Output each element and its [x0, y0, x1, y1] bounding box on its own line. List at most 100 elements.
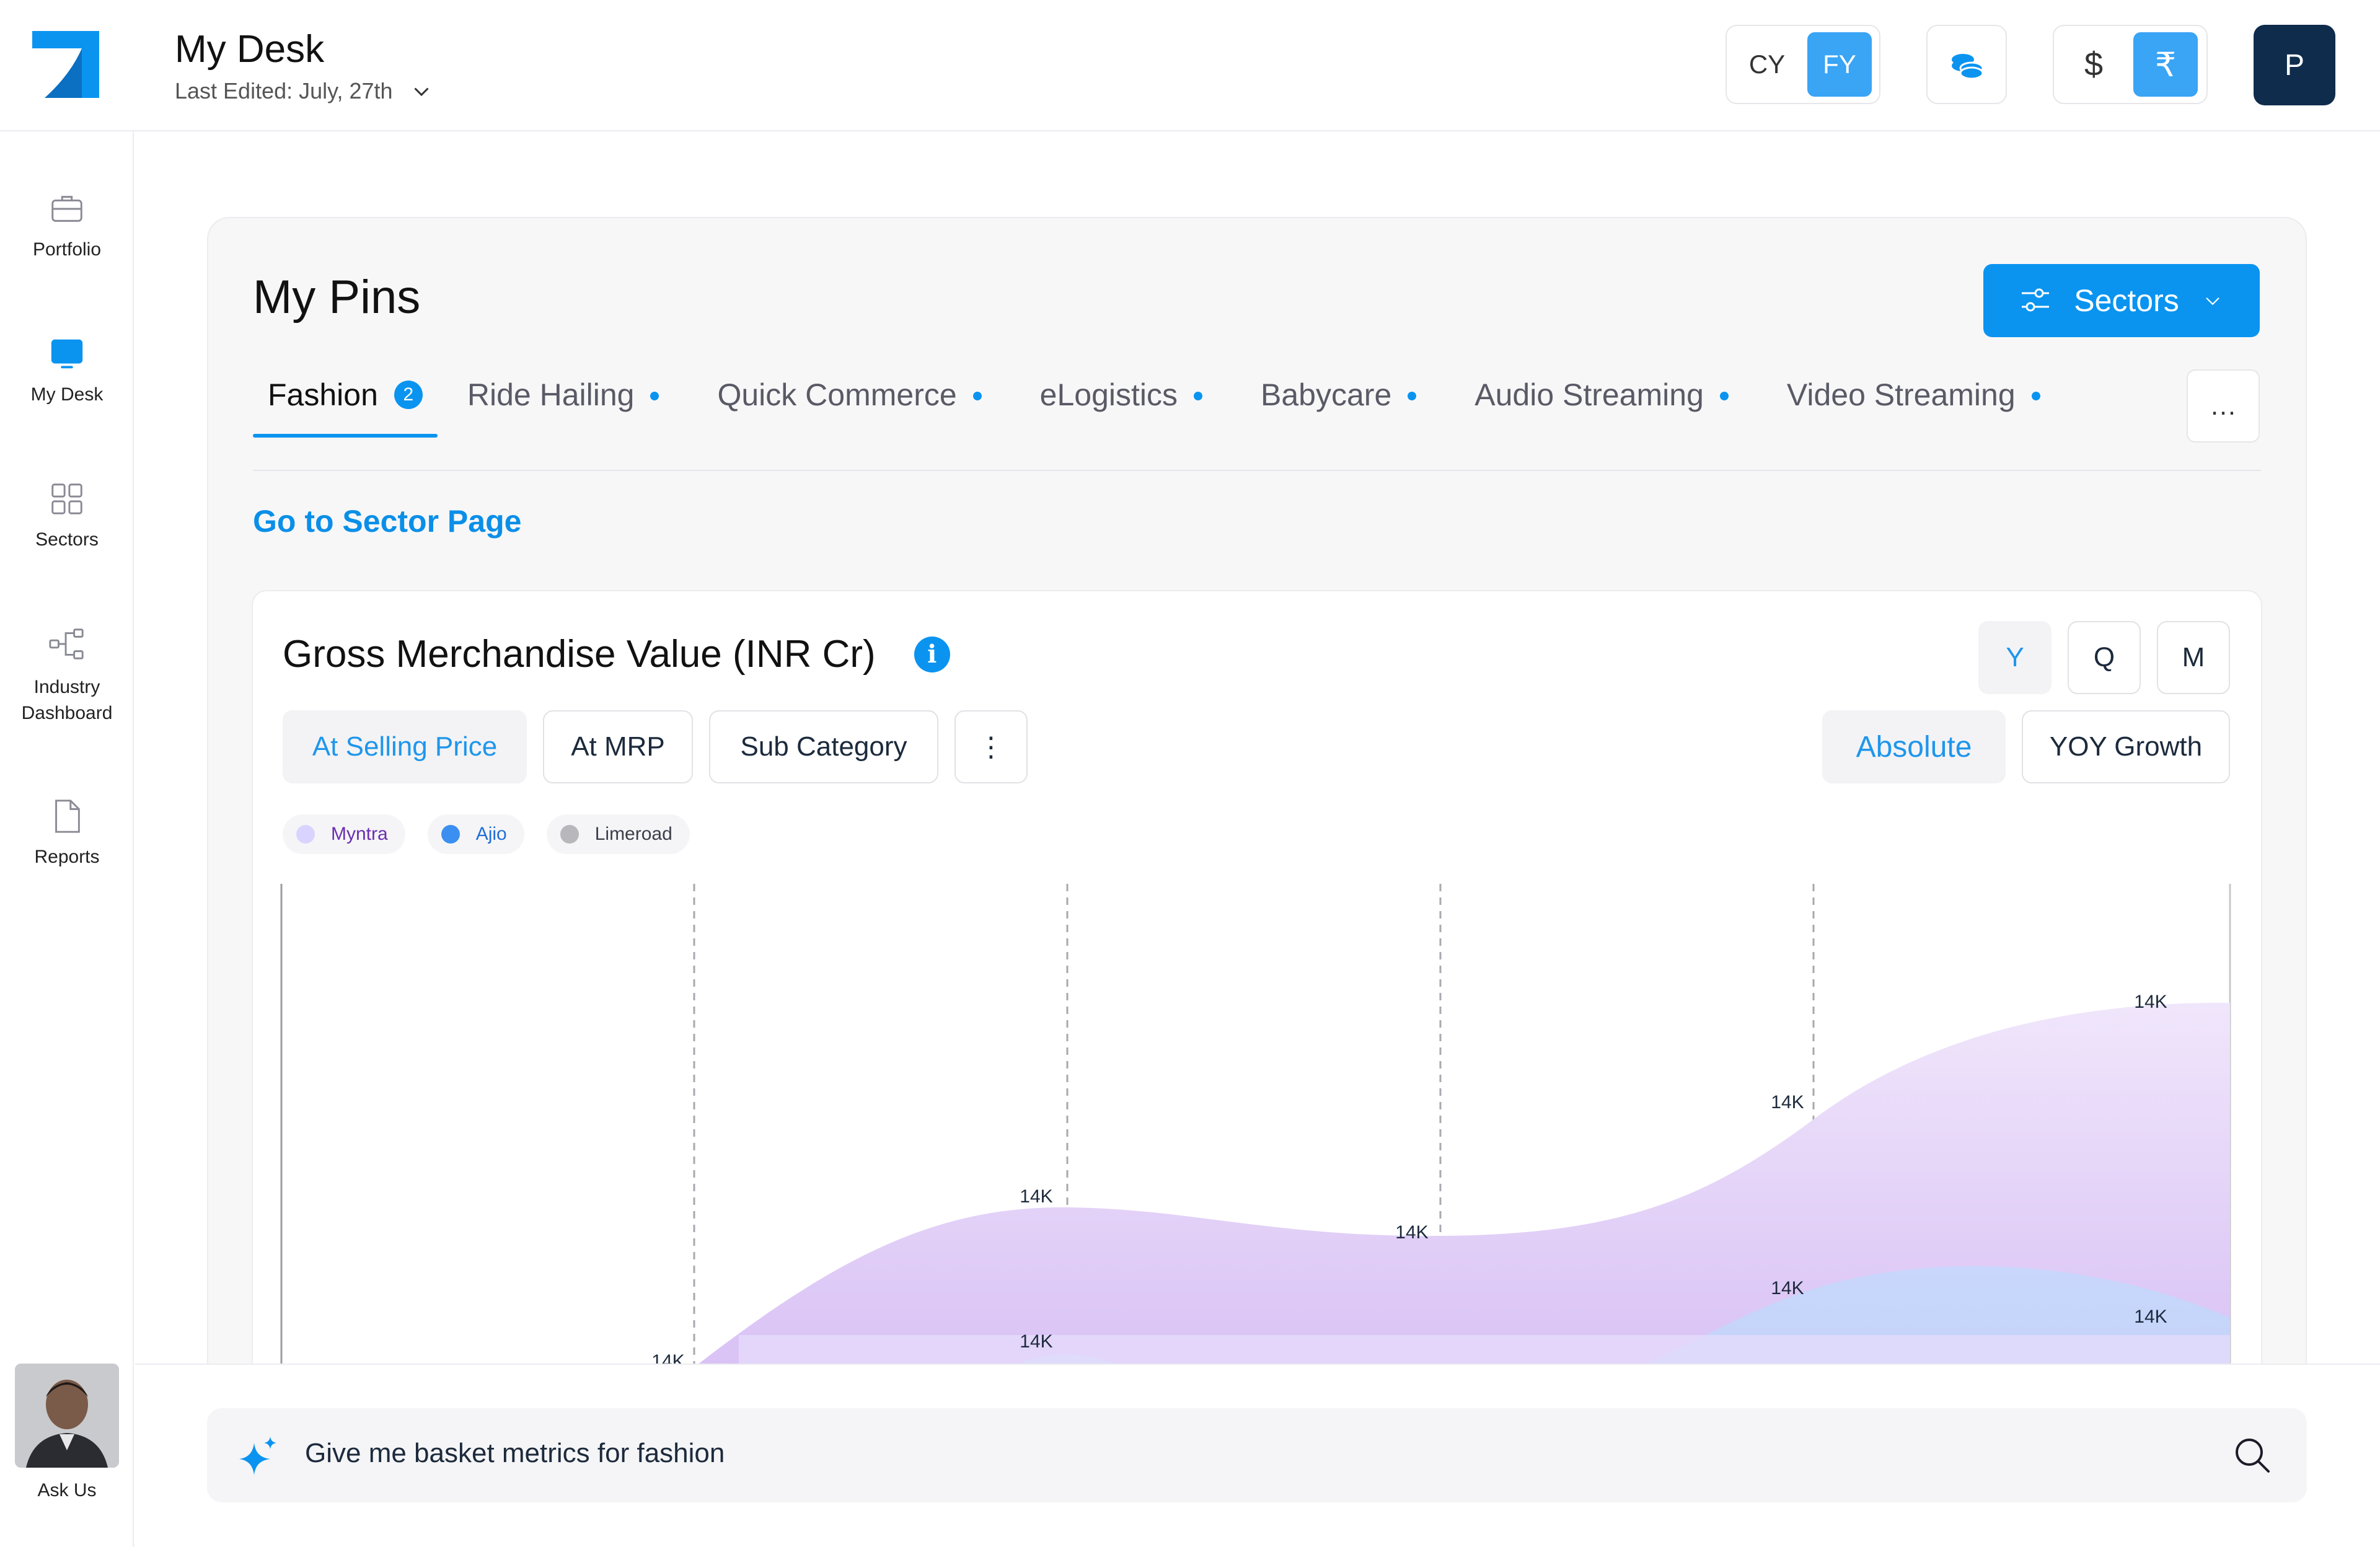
absolute-button[interactable]: Absolute [1822, 710, 2006, 783]
data-label: 14K [1395, 1222, 1428, 1243]
data-label: 14K [2134, 1307, 2167, 1327]
data-label: 14K [2134, 992, 2167, 1012]
sectors-button[interactable]: Sectors [1983, 264, 2260, 337]
gmv-title-text: Gross Merchandise Value (INR Cr) [283, 633, 876, 676]
chevron-down-icon [2205, 297, 2219, 306]
sidebar-item-my-desk[interactable]: My Desk [0, 335, 134, 405]
coins-button[interactable] [1926, 25, 2007, 104]
app-logo-icon[interactable] [32, 31, 99, 98]
more-tabs-button[interactable]: … [2187, 369, 2260, 443]
my-pins-title: My Pins [253, 271, 421, 324]
data-label: 14K [1771, 1278, 1804, 1298]
chevron-down-icon [413, 87, 429, 97]
ask-us-label: Ask Us [37, 1480, 97, 1501]
coins-icon [1952, 54, 1984, 80]
sector-tabs: Fashion 2 Ride Hailing Quick Commerce eL… [253, 369, 2055, 438]
tab-dot [1408, 392, 1417, 400]
tab-fashion[interactable]: Fashion 2 [253, 369, 438, 438]
legend-label: Myntra [331, 824, 388, 844]
document-icon [55, 800, 80, 833]
ask-us[interactable]: Ask Us [15, 1364, 119, 1501]
sidebar: Portfolio My Desk Sectors Industry Dashb… [0, 131, 134, 1547]
fy-toggle[interactable]: FY [1807, 32, 1872, 97]
info-icon[interactable]: i [914, 636, 950, 672]
sub-category-button[interactable]: Sub Category [709, 710, 938, 783]
sidebar-item-label: Reports [34, 847, 100, 867]
search-icon[interactable] [2232, 1435, 2272, 1475]
tab-label: Audio Streaming [1474, 377, 1704, 412]
query-bar[interactable]: Give me basket metrics for fashion [207, 1408, 2307, 1502]
tabs-divider [253, 470, 2261, 471]
hierarchy-icon [49, 628, 84, 659]
last-edited-text: Last Edited: July, 27th [175, 78, 393, 104]
usd-toggle[interactable]: $ [2061, 32, 2126, 97]
cy-toggle[interactable]: CY [1734, 32, 1800, 97]
yoy-growth-button[interactable]: YOY Growth [2022, 710, 2230, 783]
data-label: 14K [1020, 1331, 1052, 1352]
sidebar-item-portfolio[interactable]: Portfolio [0, 190, 134, 260]
gmv-title: Gross Merchandise Value (INR Cr) i [283, 632, 950, 676]
data-label: 14K [1771, 1092, 1804, 1113]
period-year-button[interactable]: Y [1978, 621, 2052, 694]
page-title: My Desk [175, 28, 325, 71]
area-band [739, 1335, 2230, 1367]
tab-video-streaming[interactable]: Video Streaming [1772, 369, 2055, 438]
tab-label: Babycare [1261, 377, 1392, 412]
legend-item-ajio[interactable]: Ajio [427, 814, 524, 854]
more-options-button[interactable]: ⋮ [954, 710, 1028, 783]
tab-elogistics[interactable]: eLogistics [1025, 369, 1217, 438]
tab-dot [972, 392, 982, 400]
sparkle-icon [239, 1437, 276, 1475]
advisor-photo [15, 1364, 119, 1468]
sectors-button-label: Sectors [2074, 283, 2179, 318]
calendar-toggle: CY FY [1726, 25, 1880, 104]
last-edited-dropdown[interactable]: Last Edited: July, 27th [175, 78, 433, 104]
sidebar-item-label: Industry Dashboard [21, 677, 113, 723]
tab-label: Fashion [268, 377, 378, 412]
tab-badge: 2 [394, 381, 423, 409]
monitor-icon [51, 339, 83, 369]
chart-legend: Myntra Ajio Limeroad [283, 814, 690, 854]
sidebar-item-sectors[interactable]: Sectors [0, 480, 134, 550]
sidebar-item-label: Portfolio [32, 239, 102, 260]
tab-label: Ride Hailing [467, 377, 635, 412]
legend-swatch [441, 825, 460, 844]
period-quarter-button[interactable]: Q [2068, 621, 2141, 694]
tab-dot [1194, 392, 1203, 400]
tab-dot [650, 392, 659, 400]
tab-babycare[interactable]: Babycare [1246, 369, 1431, 438]
user-avatar[interactable]: P [2254, 25, 2335, 105]
legend-item-limeroad[interactable]: Limeroad [546, 814, 690, 854]
tab-dot [1719, 392, 1729, 400]
tab-dot [2031, 392, 2040, 400]
period-month-button[interactable]: M [2157, 621, 2230, 694]
tab-ride-hailing[interactable]: Ride Hailing [452, 369, 674, 438]
at-mrp-button[interactable]: At MRP [543, 710, 693, 783]
tab-label: eLogistics [1039, 377, 1178, 412]
tab-audio-streaming[interactable]: Audio Streaming [1460, 369, 1743, 438]
tab-label: Video Streaming [1786, 377, 2016, 412]
inr-toggle[interactable]: ₹ [2133, 32, 2198, 97]
query-text: Give me basket metrics for fashion [305, 1438, 725, 1468]
grid-icon [51, 483, 82, 514]
at-selling-price-button[interactable]: At Selling Price [283, 710, 527, 783]
go-to-sector-link[interactable]: Go to Sector Page [253, 503, 521, 539]
currency-toggle: $ ₹ [2053, 25, 2208, 104]
legend-swatch [560, 825, 579, 844]
legend-label: Ajio [475, 824, 507, 844]
gmv-area-chart: 14K 14K 14K 14K 14K 14K 14K 14K [280, 884, 2231, 1367]
legend-label: Limeroad [594, 824, 672, 844]
top-bar: My Desk Last Edited: July, 27th CY FY $ … [0, 0, 2380, 131]
tab-label: Quick Commerce [717, 377, 957, 412]
sidebar-item-label: My Desk [30, 384, 104, 405]
legend-item-myntra[interactable]: Myntra [283, 814, 405, 854]
filter-sliders-icon [2022, 288, 2050, 312]
tab-quick-commerce[interactable]: Quick Commerce [702, 369, 996, 438]
data-label: 14K [1020, 1186, 1052, 1207]
person-avatar-icon [15, 1364, 119, 1468]
sidebar-item-label: Sectors [35, 529, 99, 550]
briefcase-icon [51, 196, 82, 222]
legend-swatch [296, 825, 315, 844]
sidebar-item-industry-dashboard[interactable]: Industry Dashboard [0, 625, 134, 726]
sidebar-item-reports[interactable]: Reports [0, 797, 134, 868]
